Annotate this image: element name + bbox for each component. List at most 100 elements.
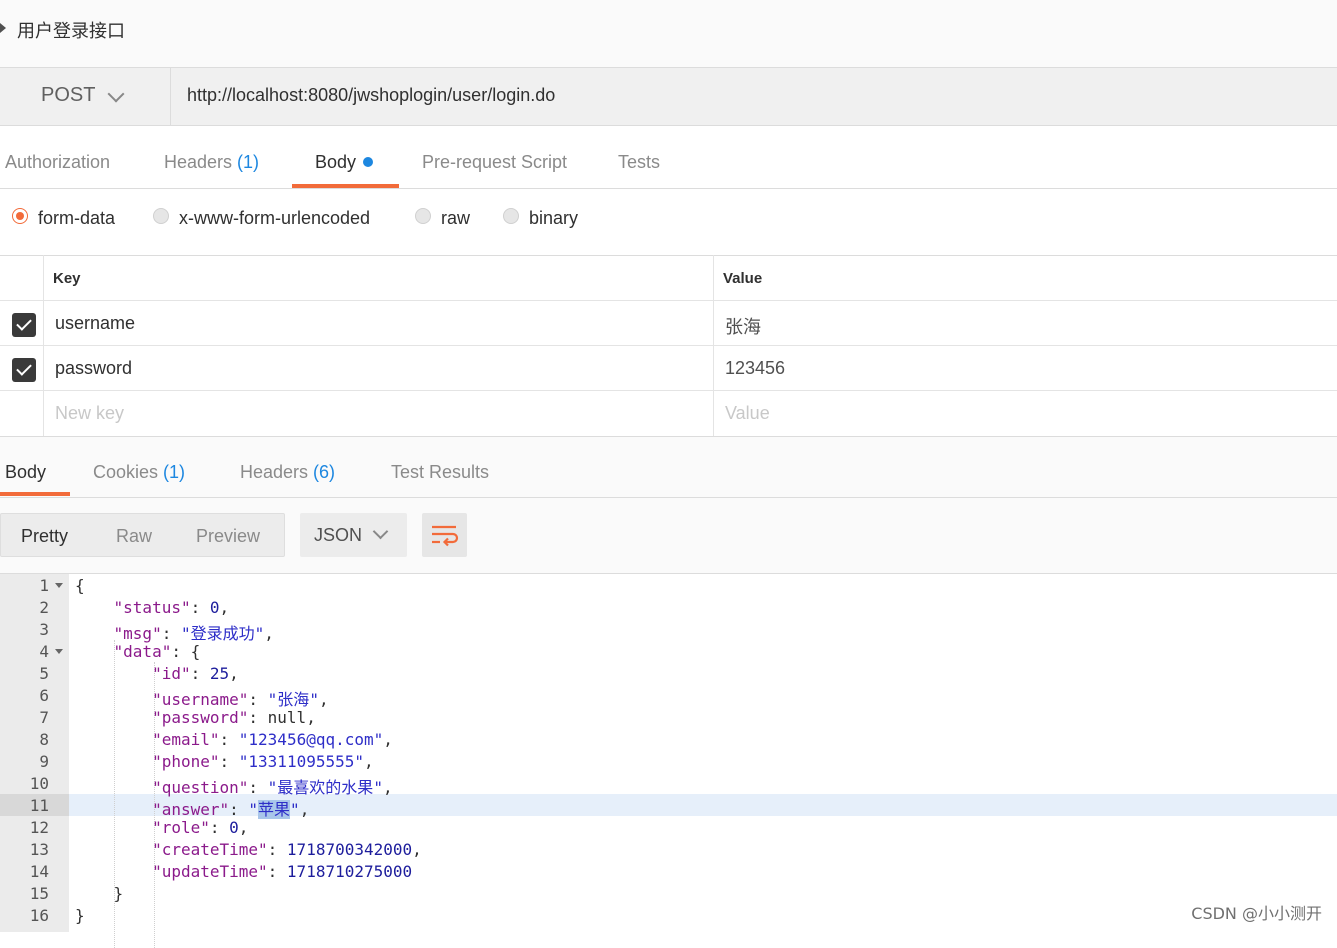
value-column-header: Value	[723, 270, 763, 287]
json-value: 0	[229, 818, 239, 837]
tab-authorization[interactable]: Authorization	[5, 152, 110, 173]
params-table: Key Value username 张海 password 123456 Ne…	[0, 255, 1337, 437]
request-title[interactable]: 用户登录接口	[17, 17, 125, 43]
view-preview-button[interactable]: Preview	[196, 526, 260, 547]
line-number: 13	[29, 840, 49, 859]
tab-label: Body	[5, 462, 47, 482]
json-value: 张海	[277, 690, 310, 709]
param-value[interactable]: 张海	[725, 313, 761, 339]
line-number: 7	[39, 708, 49, 727]
row-enabled-checkbox[interactable]	[12, 313, 36, 337]
tab-cookies[interactable]: Cookies (1)	[93, 462, 185, 483]
fold-caret-icon[interactable]	[55, 649, 63, 654]
code-line: {	[75, 576, 85, 595]
tab-test-results[interactable]: Test Results	[391, 462, 489, 483]
tab-count: (1)	[237, 152, 260, 172]
json-value: 13311095555	[248, 752, 355, 771]
new-value-input[interactable]: Value	[725, 403, 770, 424]
tab-label: Authorization	[5, 152, 111, 172]
tab-label: Headers	[240, 462, 314, 482]
json-value: 0	[209, 598, 220, 617]
code-line: "id": 25,	[152, 664, 239, 683]
code-line: "email": "123456@qq.com",	[152, 730, 393, 749]
tab-label: Headers	[164, 152, 238, 172]
tab-tests[interactable]: Tests	[618, 152, 660, 173]
radio-raw[interactable]	[415, 208, 431, 224]
selected-text: 苹果	[258, 800, 291, 819]
line-number: 9	[39, 752, 49, 771]
column-divider	[43, 255, 44, 436]
chevron-down-icon	[107, 85, 125, 103]
row-divider	[0, 345, 1337, 346]
tab-pre-request-script[interactable]: Pre-request Script	[422, 152, 567, 173]
response-toolbar: Pretty Raw Preview JSON	[0, 498, 1337, 574]
line-number: 1	[39, 576, 49, 595]
json-value: null	[267, 708, 307, 727]
line-number: 5	[39, 664, 49, 683]
radio-form-data[interactable]	[12, 208, 28, 224]
code-line: "answer": "苹果",	[152, 800, 310, 819]
tab-label: Cookies	[93, 462, 164, 482]
code-line: "phone": "13311095555",	[152, 752, 374, 771]
watermark: CSDN @小小测开	[1191, 904, 1322, 923]
method-select[interactable]: POST	[0, 68, 171, 125]
line-number: 12	[29, 818, 49, 837]
modified-dot-icon	[363, 157, 374, 167]
json-value: 最喜欢的水果	[277, 778, 374, 797]
wrap-lines-button[interactable]	[422, 513, 467, 557]
line-number: 15	[29, 884, 49, 903]
param-value[interactable]: 123456	[725, 358, 785, 379]
view-mode-group: Pretty Raw Preview	[0, 513, 285, 557]
radio-label-form-data[interactable]: form-data	[38, 208, 115, 229]
method-label: POST	[41, 84, 96, 106]
tab-headers[interactable]: Headers (1)	[164, 152, 259, 173]
json-value: 123456@qq.com	[248, 730, 374, 749]
radio-binary[interactable]	[503, 208, 519, 224]
response-tabs: Body Cookies (1) Headers (6) Test Result…	[0, 437, 1337, 498]
collapse-caret-icon[interactable]	[0, 23, 6, 33]
radio-label-raw[interactable]: raw	[441, 208, 470, 229]
code-line: }	[75, 906, 85, 925]
radio-label-binary[interactable]: binary	[529, 208, 578, 229]
json-value: 25	[209, 664, 230, 683]
tab-response-headers[interactable]: Headers (6)	[240, 462, 335, 483]
tab-response-body[interactable]: Body	[5, 462, 46, 483]
tab-label: Tests	[618, 152, 661, 172]
line-number: 4	[39, 642, 49, 661]
line-number: 6	[39, 686, 49, 705]
url-input[interactable]: http://localhost:8080/jwshoplogin/user/l…	[187, 85, 555, 106]
line-number: 10	[29, 774, 49, 793]
format-select[interactable]: JSON	[300, 513, 407, 557]
response-body-viewer[interactable]: 1 2 3 4 5 6 7 8 9 10 11 12 13 14 15 16 {…	[0, 574, 1337, 948]
request-title-bar: 用户登录接口	[0, 0, 1337, 67]
view-raw-button[interactable]: Raw	[116, 526, 152, 547]
line-number: 14	[29, 862, 49, 881]
fold-caret-icon[interactable]	[55, 583, 63, 588]
tab-body[interactable]: Body	[315, 152, 374, 173]
tab-label: Body	[315, 152, 357, 172]
new-key-input[interactable]: New key	[55, 403, 124, 424]
row-enabled-checkbox[interactable]	[12, 358, 36, 382]
column-divider	[713, 255, 714, 436]
line-number: 11	[29, 796, 49, 815]
wrap-lines-icon	[432, 525, 459, 547]
chevron-down-icon	[372, 523, 389, 540]
view-pretty-button[interactable]: Pretty	[21, 526, 68, 547]
param-key[interactable]: password	[55, 358, 132, 379]
code-line: "status": 0,	[113, 598, 230, 617]
radio-label-x-www-form-urlencoded[interactable]: x-www-form-urlencoded	[179, 208, 370, 229]
tab-label: Test Results	[391, 462, 490, 482]
json-value: 登录成功	[190, 624, 255, 643]
row-divider	[0, 390, 1337, 391]
code-line: "updateTime": 1718710275000	[152, 862, 413, 881]
active-tab-indicator	[292, 184, 399, 188]
line-number: 3	[39, 620, 49, 639]
request-tabs: Authorization Headers (1) Body Pre-reque…	[0, 126, 1337, 189]
param-key[interactable]: username	[55, 313, 135, 334]
tab-count: (6)	[313, 462, 336, 482]
row-divider	[0, 300, 1337, 301]
radio-x-www-form-urlencoded[interactable]	[153, 208, 169, 224]
tab-label: Pre-request Script	[422, 152, 568, 172]
line-number: 16	[29, 906, 49, 925]
line-number: 8	[39, 730, 49, 749]
